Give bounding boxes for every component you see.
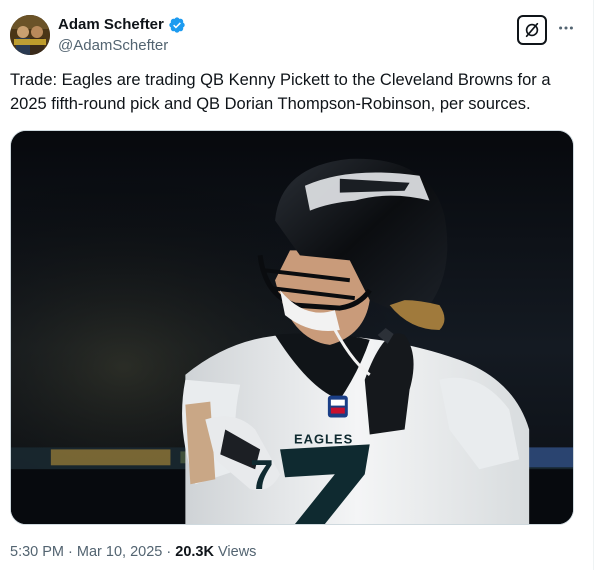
tweet-time[interactable]: 5:30 PM — [10, 544, 64, 560]
meta-separator: · — [68, 544, 73, 560]
tweet-media-image[interactable]: EAGLES 7 — [10, 130, 574, 525]
grok-button[interactable] — [517, 15, 547, 45]
author-name-row[interactable]: Adam Schefter — [58, 15, 186, 35]
tweet-meta: 5:30 PM · Mar 10, 2025 · 20.3K Views — [10, 542, 256, 562]
verified-badge-icon — [169, 17, 185, 33]
more-dots-icon — [559, 26, 573, 30]
jersey-number: 7 — [250, 451, 273, 498]
timeline-border — [593, 0, 594, 570]
avatar-photo-icon — [10, 15, 50, 55]
tweet-text: Trade: Eagles are trading QB Kenny Picke… — [10, 71, 551, 113]
views-count: 20.3K — [175, 544, 214, 560]
author-handle[interactable]: @AdamSchefter — [58, 36, 168, 56]
author-avatar[interactable] — [10, 15, 50, 55]
more-options-button[interactable] — [556, 18, 576, 38]
grok-slash-icon — [525, 22, 539, 38]
tweet-date[interactable]: Mar 10, 2025 — [77, 544, 162, 560]
football-player-photo: EAGLES 7 — [11, 131, 573, 524]
author-display-name[interactable]: Adam Schefter — [58, 15, 164, 35]
meta-separator: · — [166, 544, 172, 560]
jersey-text: EAGLES — [294, 431, 353, 446]
views-label: Views — [218, 544, 257, 560]
